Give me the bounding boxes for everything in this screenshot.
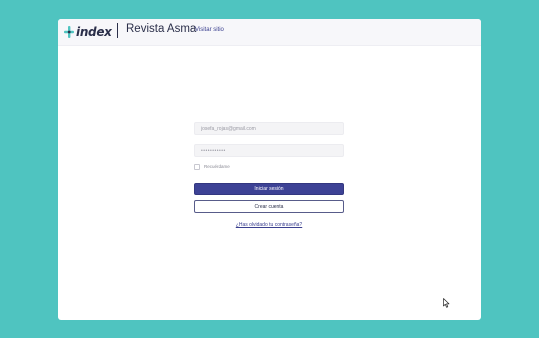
index-logo[interactable]: index xyxy=(64,24,112,40)
password-field[interactable] xyxy=(194,144,344,157)
login-card: index Revista Asma Visitar sitio Recuérd… xyxy=(58,19,481,320)
create-account-button[interactable]: Crear cuenta xyxy=(194,200,344,213)
checkbox-box[interactable] xyxy=(194,163,200,170)
mouse-cursor-icon xyxy=(443,295,450,313)
top-bar: index Revista Asma Visitar sitio xyxy=(58,19,481,46)
remember-me-label: Recuérdame xyxy=(204,164,230,169)
journal-title: Revista Asma xyxy=(126,23,197,35)
remember-me-checkbox[interactable]: Recuérdame xyxy=(194,163,230,170)
plus-cross-icon xyxy=(64,26,74,38)
email-field[interactable] xyxy=(194,122,344,135)
visit-site-link[interactable]: Visitar sitio xyxy=(195,27,224,33)
header-divider xyxy=(117,23,118,38)
forgot-password-link[interactable]: ¿Has olvidado tu contraseña? xyxy=(194,222,344,228)
login-button[interactable]: Iniciar sesión xyxy=(194,183,344,195)
logo-wordmark: index xyxy=(76,25,112,39)
